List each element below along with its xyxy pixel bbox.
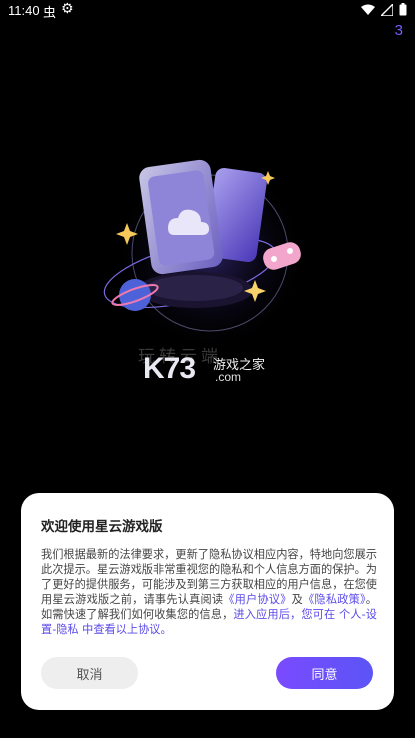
cancel-button[interactable]: 取消 — [41, 657, 138, 689]
wifi-icon — [361, 4, 375, 15]
status-bar: 11:40 虫 ⚙ — [0, 0, 415, 22]
dialog-body: 我们根据最新的法律要求，更新了隐私协议相应内容，特地向您展示此次提示。星云游戏版… — [41, 547, 377, 637]
watermark-brand: K73 — [143, 352, 196, 385]
battery-icon — [399, 3, 407, 16]
cloud-gaming-illustration — [103, 155, 310, 355]
k73-watermark: 玩转云端 K73 游戏之家 .com — [138, 347, 283, 390]
privacy-policy-link[interactable]: 《隐私政策》 — [303, 593, 366, 606]
dialog-title: 欢迎使用星云游戏版 — [41, 519, 163, 535]
bug-icon: 虫 — [43, 6, 57, 21]
user-agreement-link[interactable]: 《用户协议》 — [223, 593, 291, 606]
gear-icon: ⚙ — [61, 1, 74, 17]
and-text: 及 — [291, 593, 304, 606]
privacy-dialog: 欢迎使用星云游戏版 我们根据最新的法律要求，更新了隐私协议相应内容，特地向您展示… — [21, 493, 394, 710]
status-time: 11:40 — [8, 3, 40, 18]
skip-countdown[interactable]: 3 — [395, 22, 403, 39]
watermark-domain: .com — [215, 370, 242, 384]
status-right-icons — [361, 3, 407, 16]
signal-icon — [381, 3, 393, 16]
agree-button[interactable]: 同意 — [276, 657, 373, 689]
